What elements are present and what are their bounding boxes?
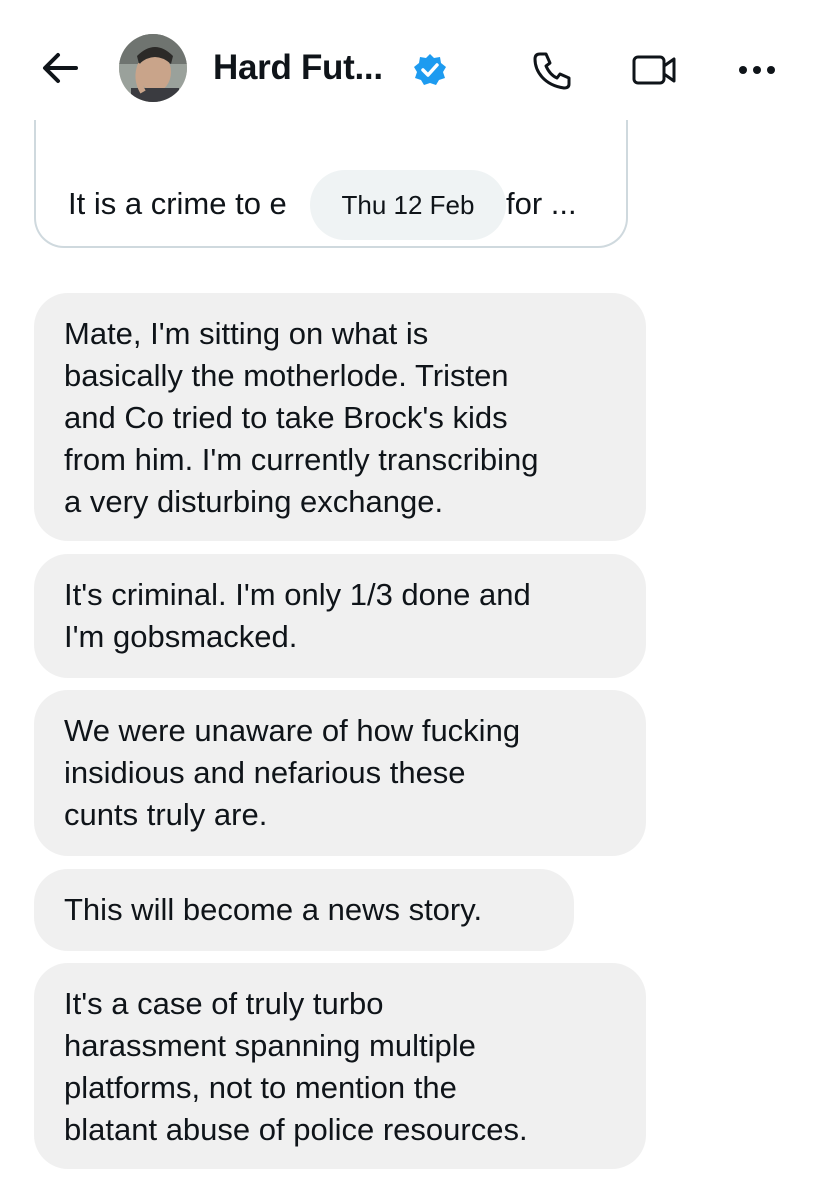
more-horizontal-icon[interactable] <box>733 46 781 94</box>
message-text: It's a case of truly turbo harassment sp… <box>64 986 528 1147</box>
message-bubble[interactable]: Mate, I'm sitting on what is basically t… <box>34 293 646 541</box>
avatar[interactable] <box>119 34 187 102</box>
message-text: This will become a news story. <box>64 892 483 927</box>
phone-icon[interactable] <box>528 46 576 94</box>
quoted-message-text: It is a crime to e <box>68 186 287 221</box>
message-text: It's criminal. I'm only 1/3 done and I'm… <box>64 577 531 654</box>
message-text: Mate, I'm sitting on what is basically t… <box>64 316 539 519</box>
verified-badge-icon <box>412 52 448 88</box>
date-separator: Thu 12 Feb <box>310 170 506 240</box>
video-camera-icon[interactable] <box>630 46 678 94</box>
message-bubble[interactable]: We were unaware of how fucking insidious… <box>34 690 646 856</box>
conversation-header: Hard Fut... <box>0 0 816 136</box>
message-bubble[interactable]: It's a case of truly turbo harassment sp… <box>34 963 646 1169</box>
back-arrow-icon[interactable] <box>38 46 82 90</box>
contact-name[interactable]: Hard Fut... <box>213 48 383 88</box>
message-text: We were unaware of how fucking insidious… <box>64 713 521 832</box>
quoted-message-text-end: for ... <box>506 186 577 221</box>
message-bubble[interactable]: It's criminal. I'm only 1/3 done and I'm… <box>34 554 646 678</box>
message-bubble[interactable]: This will become a news story. <box>34 869 574 951</box>
